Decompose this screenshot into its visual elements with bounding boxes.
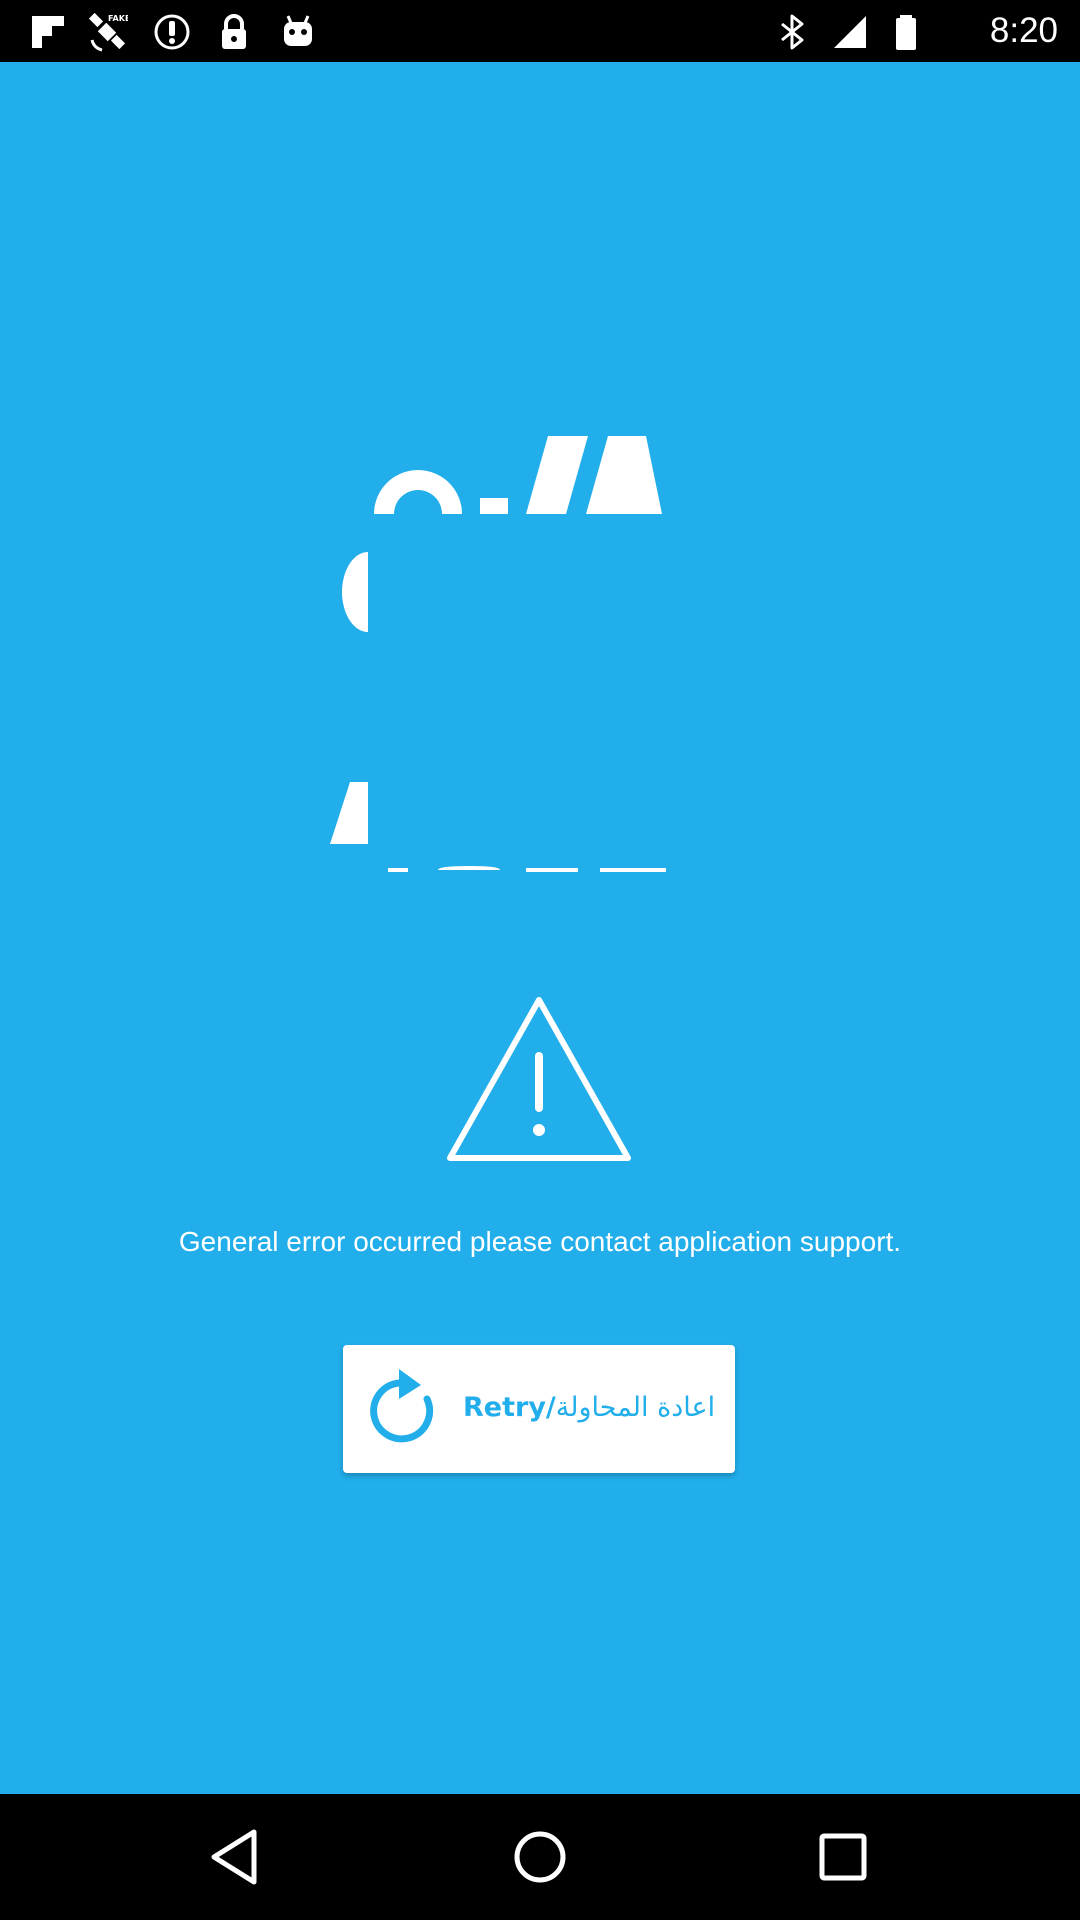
- home-icon[interactable]: [505, 1822, 575, 1892]
- signal-icon: [830, 12, 870, 52]
- android-icon: [278, 12, 318, 52]
- svg-text:FAKE: FAKE: [108, 14, 128, 23]
- refresh-icon: [369, 1369, 445, 1449]
- bluetooth-icon: [772, 12, 812, 52]
- retry-label-en: Retry/: [463, 1392, 556, 1423]
- error-message: General error occurred please contact ap…: [178, 1226, 902, 1257]
- info-circle-icon: [152, 12, 192, 52]
- status-bar: FAKE 8:20: [0, 0, 1080, 62]
- flipboard-icon: [28, 12, 68, 52]
- app-logo: [330, 372, 750, 872]
- retry-button-label: Retry/اعادة المحاولة: [463, 1385, 715, 1431]
- back-icon[interactable]: [202, 1822, 272, 1892]
- retry-label-ar: اعادة المحاولة: [555, 1392, 716, 1423]
- error-screen: General error occurred please contact ap…: [0, 62, 1080, 1794]
- status-clock: 8:20: [989, 11, 1058, 50]
- warning-triangle-icon: [444, 994, 634, 1164]
- navigation-bar: [0, 1794, 1080, 1920]
- retry-button[interactable]: Retry/اعادة المحاولة: [343, 1345, 735, 1473]
- fake-gps-satellite-icon: FAKE: [88, 12, 128, 52]
- battery-icon: [886, 12, 926, 52]
- recents-icon[interactable]: [808, 1822, 878, 1892]
- lock-icon: [214, 12, 254, 52]
